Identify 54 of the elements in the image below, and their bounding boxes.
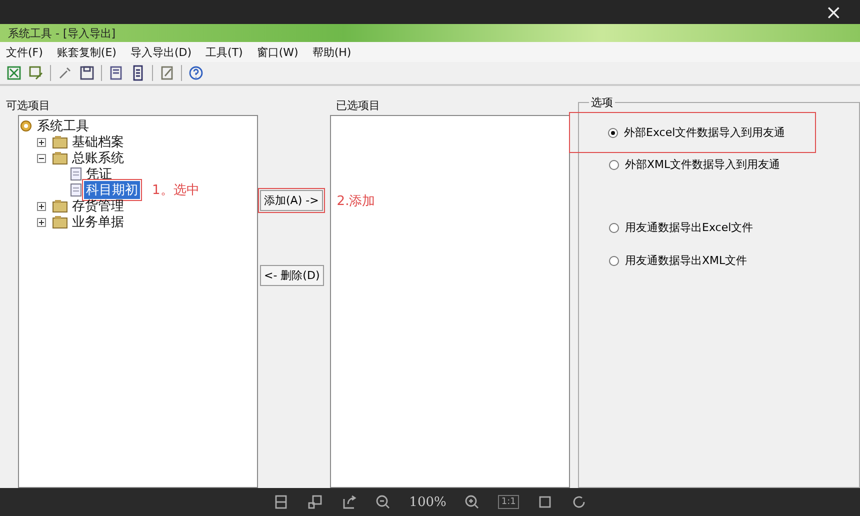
close-button[interactable]: × [821,2,846,22]
window-icon[interactable] [307,494,324,510]
panel-label: 可选项目 [5,98,51,114]
document-icon [70,167,82,181]
add-button[interactable]: 添加(A) -> [260,190,323,211]
tree-item[interactable]: 业务单据 [70,213,126,231]
radio-label: 外部Excel文件数据导入到用友通 [624,125,786,140]
tree-item[interactable]: 科目期初 [84,181,140,199]
radio-button[interactable] [609,222,619,232]
tree-item[interactable]: 总账系统 [70,149,126,167]
radio-button[interactable] [609,256,619,266]
menu-item[interactable]: 文件(F) [6,44,43,60]
actual-size-button[interactable]: 1:1 [498,495,519,509]
expand-icon[interactable] [37,218,46,226]
group-label: 选项 [589,95,615,110]
menu-item[interactable]: 导入导出(D) [130,44,192,60]
menu-item[interactable]: 工具(T) [206,44,243,60]
radio-button[interactable] [608,128,618,138]
radio-label: 用友通数据导出XML文件 [625,253,748,268]
menu-item[interactable]: 帮助(H) [312,44,352,60]
annotation-text: 2.添加 [336,192,376,210]
window-title: 系统工具 - [导入导出] [8,26,116,40]
help-icon[interactable] [188,65,204,81]
zoom-out-icon[interactable] [375,494,392,510]
save-icon[interactable] [79,65,95,81]
edit-icon[interactable] [28,65,44,81]
annotation-text: 1。选中 [152,182,200,199]
folder-icon [52,135,68,149]
document-icon [70,183,82,197]
expand-icon[interactable] [37,138,46,146]
tree-item[interactable]: 基础档案 [70,133,126,151]
folder-icon [52,151,68,165]
folder-icon [52,199,68,213]
share-icon[interactable] [341,494,358,510]
zoom-in-icon[interactable] [464,494,480,510]
radio-button[interactable] [609,160,619,170]
spreadsheet-icon[interactable] [6,65,22,81]
tree-item[interactable]: 存货管理 [70,197,126,215]
save-icon[interactable] [273,494,290,510]
notepad-icon[interactable] [159,65,175,81]
tree-item[interactable]: 系统工具 [35,117,91,135]
menu-item[interactable]: 账套复制(E) [56,44,116,60]
collapse-icon[interactable] [37,154,46,162]
folder-icon [52,215,68,229]
radio-label: 用友通数据导出Excel文件 [625,220,754,235]
zoom-level: 100% [409,494,446,510]
fullscreen-icon[interactable] [536,494,553,510]
rotate-icon[interactable] [570,494,587,510]
menu-item[interactable]: 窗口(W) [256,44,298,60]
radio-label: 外部XML文件数据导入到用友通 [625,157,780,172]
expand-icon[interactable] [37,202,46,210]
panel-label: 已选项目 [335,98,381,114]
notebook-icon[interactable] [108,65,124,81]
remove-button[interactable]: <- 删除(D) [260,265,324,286]
